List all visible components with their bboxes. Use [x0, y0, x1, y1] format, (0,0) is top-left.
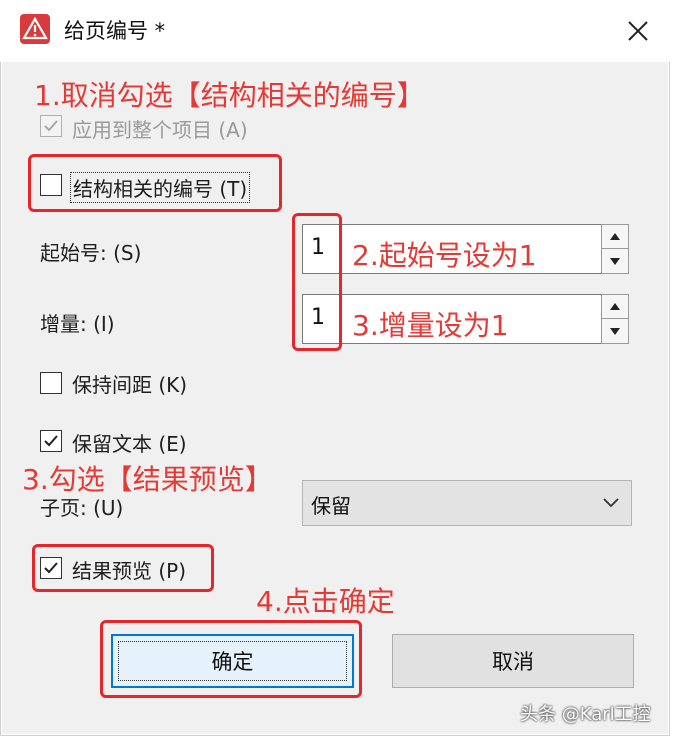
keep-text-label: 保留文本 (E)	[72, 432, 187, 456]
arrow-up-icon	[610, 303, 620, 310]
result-preview-checkbox[interactable]	[40, 557, 62, 579]
close-icon	[628, 21, 648, 41]
subpage-label: 子页: (U)	[40, 496, 124, 520]
start-number-down-button[interactable]	[602, 249, 628, 273]
keep-text-checkbox[interactable]	[40, 430, 62, 452]
warning-triangle-icon	[20, 14, 50, 44]
chevron-down-icon	[603, 498, 619, 508]
annotation-step3a: 3.增量设为1	[352, 309, 509, 342]
start-number-stepper[interactable]	[601, 224, 629, 274]
apply-whole-project-label: 应用到整个项目 (A)	[72, 118, 248, 142]
increment-down-button[interactable]	[602, 319, 628, 343]
window-title: 给页编号 *	[64, 19, 166, 43]
increment-up-button[interactable]	[602, 295, 628, 319]
checkmark-icon	[44, 562, 58, 574]
arrow-down-icon	[610, 257, 620, 265]
cancel-button[interactable]: 取消	[392, 634, 634, 688]
checkmark-icon	[44, 120, 58, 132]
annotation-step2: 2.起始号设为1	[352, 239, 537, 272]
structure-related-label: 结构相关的编号 (T)	[70, 172, 251, 203]
focus-ring	[118, 641, 347, 681]
increment-label: 增量: (I)	[40, 312, 115, 336]
close-button[interactable]	[612, 8, 664, 54]
ok-button[interactable]: 确定	[111, 634, 354, 688]
start-number-up-button[interactable]	[602, 225, 628, 249]
apply-whole-project-checkbox[interactable]	[40, 115, 62, 137]
checkmark-icon	[44, 435, 58, 447]
structure-related-checkbox[interactable]	[40, 174, 62, 196]
keep-spacing-checkbox[interactable]	[40, 372, 62, 394]
subpage-select[interactable]: 保留	[302, 480, 632, 526]
annotation-step1: 1.取消勾选【结构相关的编号】	[34, 79, 425, 112]
subpage-selected-value: 保留	[311, 494, 351, 518]
highlight-box-numbers	[292, 213, 342, 351]
result-preview-label: 结果预览 (P)	[72, 559, 187, 583]
watermark-text: 头条 @Karl工控	[520, 704, 651, 725]
arrow-down-icon	[610, 327, 620, 335]
cancel-button-label: 取消	[492, 650, 534, 674]
annotation-step4: 4.点击确定	[256, 585, 395, 618]
arrow-up-icon	[610, 233, 620, 240]
increment-stepper[interactable]	[601, 294, 629, 344]
start-number-label: 起始号: (S)	[40, 241, 142, 265]
keep-spacing-label: 保持间距 (K)	[72, 373, 188, 397]
